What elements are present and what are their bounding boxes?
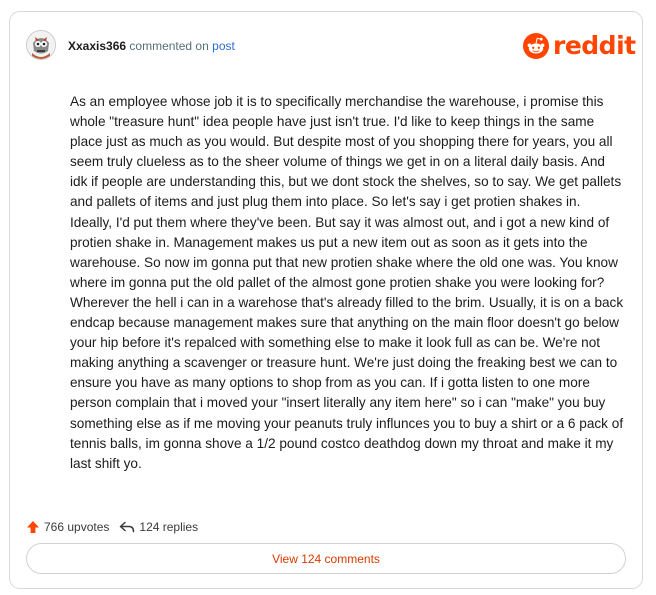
upvote-arrow-icon — [27, 521, 39, 533]
action-text: commented on — [129, 39, 209, 53]
comment-card: Xxaxis366 commented on post reddit As an… — [9, 11, 643, 589]
reply-count: 124 replies — [139, 520, 199, 534]
comment-header: Xxaxis366 commented on post — [68, 39, 235, 53]
comment-body: As an employee whose job it is to specif… — [70, 94, 624, 471]
reply-arrow-icon — [120, 521, 135, 533]
reddit-wordmark: reddit — [553, 31, 636, 60]
reddit-logo[interactable]: reddit — [523, 31, 636, 61]
username[interactable]: Xxaxis366 — [68, 39, 126, 53]
comment-stats: 766 upvotes 124 replies — [26, 517, 198, 537]
view-comments-button[interactable]: View 124 comments — [26, 543, 626, 574]
upvote-button[interactable]: 766 upvotes — [26, 520, 109, 534]
reddit-snoo-icon — [523, 33, 549, 59]
replies-button[interactable]: 124 replies — [119, 520, 198, 534]
avatar-image — [27, 31, 55, 59]
post-link[interactable]: post — [212, 39, 235, 53]
avatar[interactable] — [26, 30, 56, 60]
upvote-count: 766 upvotes — [44, 520, 110, 534]
